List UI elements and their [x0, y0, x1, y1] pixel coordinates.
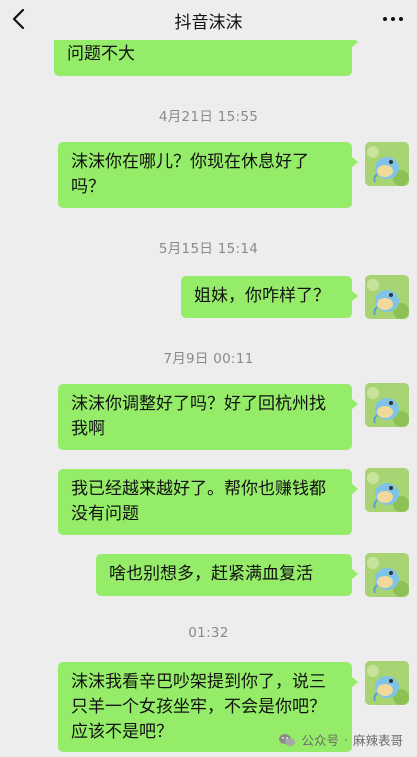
chat-bubble[interactable]: 沫沫你调整好了吗？好了回杭州找我啊	[58, 384, 358, 450]
watermark-name: 麻辣表哥	[352, 733, 403, 748]
bubble-text: 沫沫你在哪儿？你现在休息好了吗？	[71, 152, 309, 197]
avatar[interactable]	[365, 661, 409, 705]
chat-screen: 抖音沫沫 问题不大 4月21日 15:55 沫沫你在哪儿？你现在休息好了吗？ 5…	[0, 0, 417, 757]
avatar-icon	[365, 383, 409, 427]
bubble-text: 问题不大	[67, 44, 135, 64]
chat-title: 抖音沫沫	[174, 13, 243, 33]
chat-bubble[interactable]: 我已经越来越好了。帮你也赚钱都没有问题	[58, 469, 358, 535]
bubble-text: 姐妹，你咋样了？	[194, 286, 330, 306]
wechat-icon	[279, 733, 296, 746]
avatar-icon	[365, 553, 409, 597]
avatar-icon	[365, 142, 409, 186]
bubble-text: 啥也别想多，赶紧满血复活	[109, 564, 313, 584]
avatar[interactable]	[365, 275, 409, 319]
timestamp: 7月9日 00:11	[163, 351, 254, 367]
chat-header: 抖音沫沫	[0, 0, 417, 40]
chat-bubble[interactable]: 啥也别想多，赶紧满血复活	[96, 554, 358, 596]
chat-bubble[interactable]: 沫沫你在哪儿？你现在休息好了吗？	[58, 142, 358, 208]
avatar[interactable]	[365, 142, 409, 186]
avatar-icon	[365, 468, 409, 512]
timestamp: 01:32	[188, 625, 229, 641]
timestamp: 5月15日 15:14	[158, 241, 259, 257]
avatar[interactable]	[365, 383, 409, 427]
more-dots-icon[interactable]	[383, 17, 403, 23]
avatar[interactable]	[365, 553, 409, 597]
avatar-icon	[365, 275, 409, 319]
timestamp: 4月21日 15:55	[158, 109, 259, 125]
watermark-separator: ·	[344, 732, 348, 747]
chat-bubble[interactable]: 姐妹，你咋样了？	[181, 276, 358, 318]
bubble-text: 我已经越来越好了。帮你也赚钱都没有问题	[71, 479, 326, 524]
avatar[interactable]	[365, 468, 409, 512]
avatar-icon	[365, 661, 409, 705]
watermark: 公众号 · 麻辣表哥	[278, 730, 403, 749]
bubble-text: 沫沫你调整好了吗？好了回杭州找我啊	[71, 394, 326, 439]
watermark-prefix: 公众号	[301, 733, 339, 748]
